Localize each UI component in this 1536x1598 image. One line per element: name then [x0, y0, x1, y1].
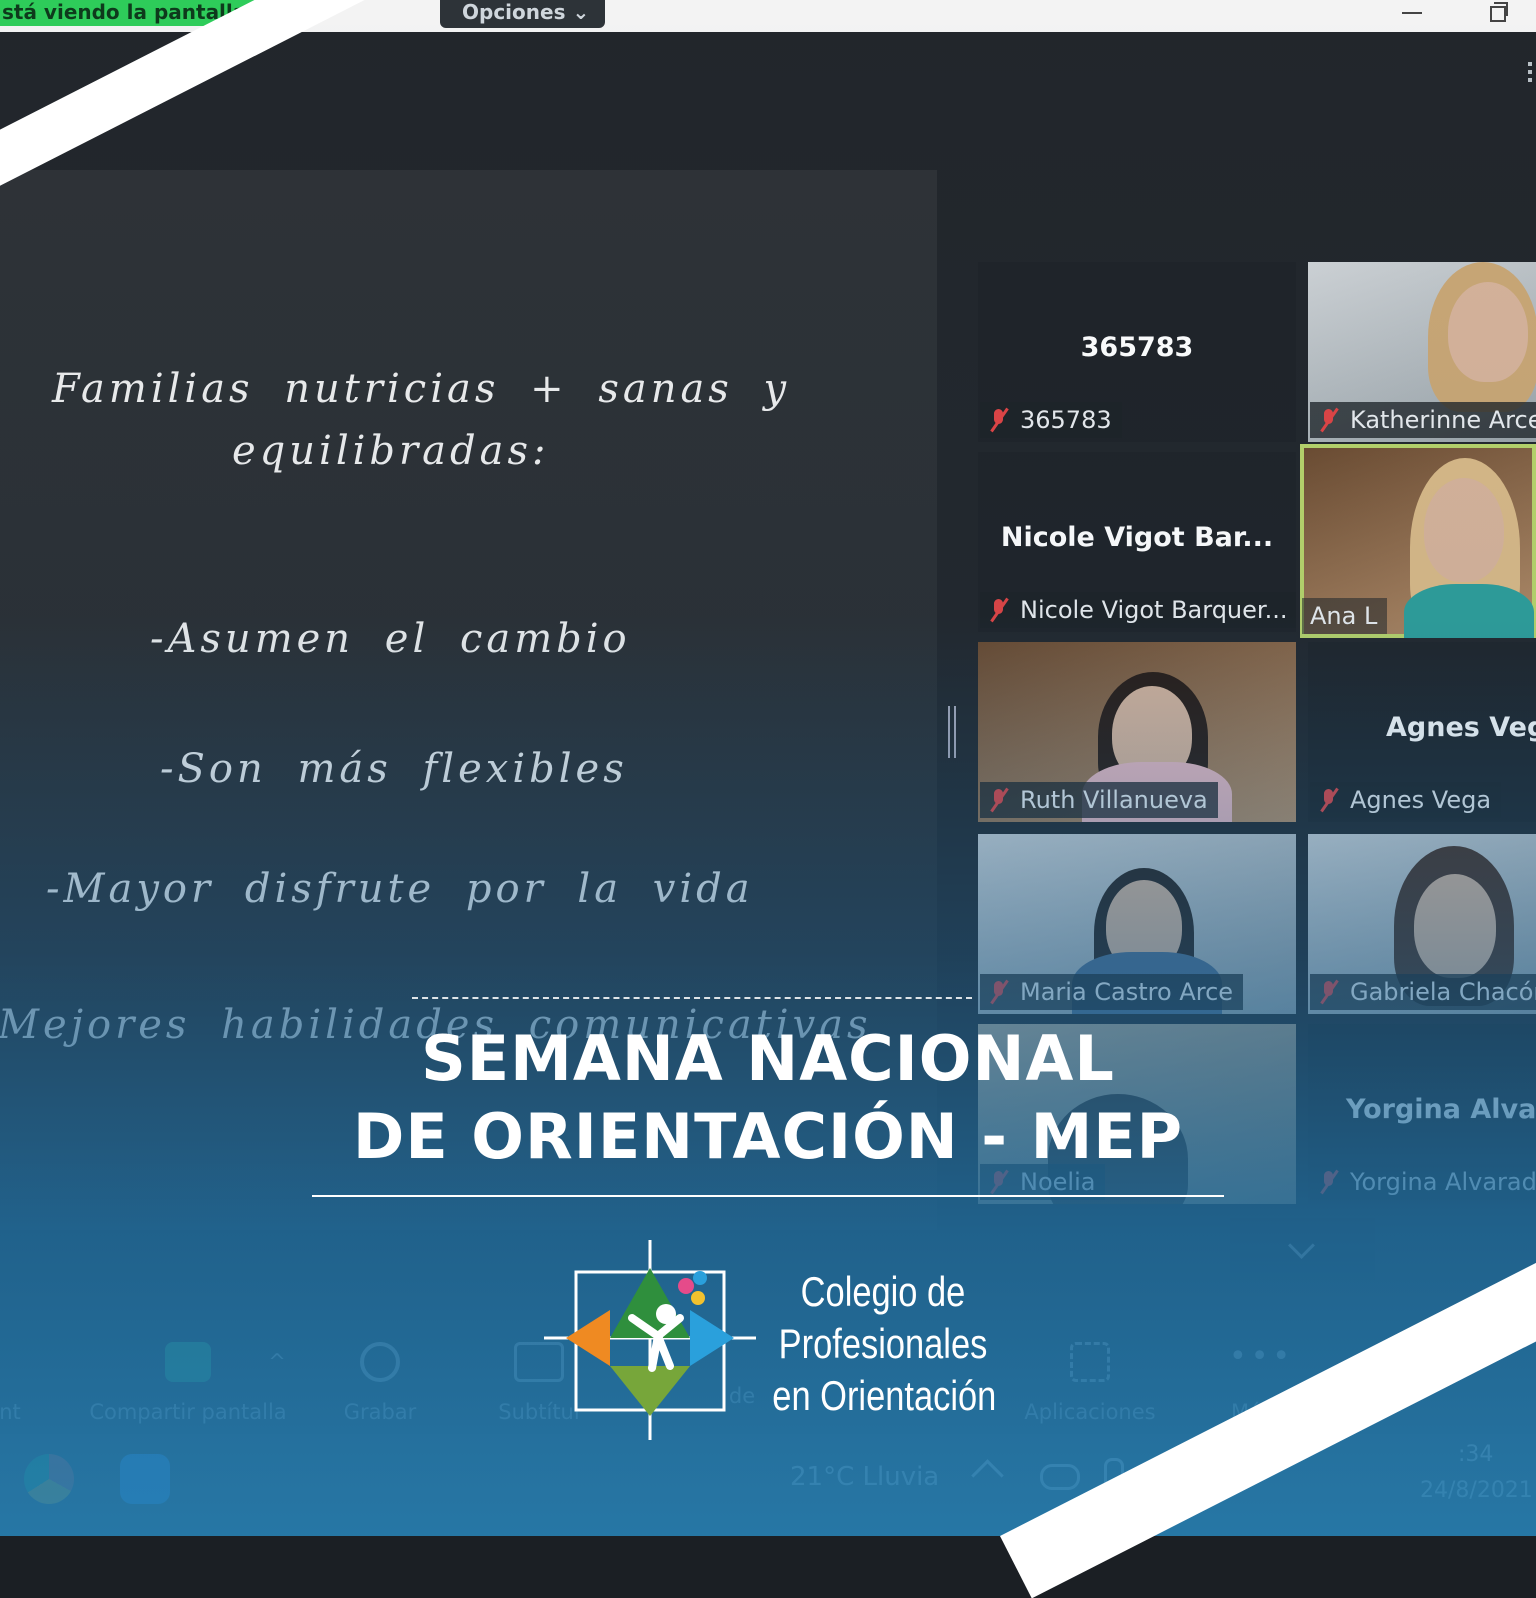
- participant-name: Gabriela Chacón: [1350, 978, 1536, 1006]
- headline-line-1: SEMANA NACIONAL: [421, 1022, 1115, 1095]
- slide-line: -Son más flexibles: [160, 746, 628, 792]
- view-options-button[interactable]: Opciones ⌄: [440, 0, 605, 28]
- more-options-icon[interactable]: [1526, 60, 1532, 84]
- mic-muted-icon: [988, 1170, 1010, 1194]
- participant-label: 365783: [980, 402, 1122, 438]
- participant-label: Ruth Villanueva: [980, 782, 1218, 818]
- participant-name: Katherinne Arce: [1350, 406, 1536, 434]
- participant-tile[interactable]: Gabriela Chacón: [1308, 834, 1536, 1014]
- decorative-dashed-line: [412, 997, 972, 999]
- participant-name-center: Agnes Veg: [1386, 712, 1536, 743]
- participant-label: Maria Castro Arce: [980, 974, 1244, 1010]
- minimize-icon[interactable]: [1402, 6, 1424, 20]
- share-screen-icon: [165, 1342, 211, 1382]
- participant-name: Ruth Villanueva: [1020, 786, 1208, 814]
- participant-tile[interactable]: Agnes Veg Agnes Vega: [1308, 642, 1536, 822]
- record-button[interactable]: Grabar: [340, 1342, 420, 1424]
- mic-muted-icon: [988, 408, 1010, 432]
- slide-line: equilibradas:: [232, 428, 550, 474]
- headline-underline: [312, 1195, 1224, 1197]
- logo-text-line-3: en Orientación: [772, 1372, 997, 1419]
- mic-muted-icon: [1318, 1170, 1340, 1194]
- restore-window-icon[interactable]: [1490, 2, 1510, 22]
- participant-tile-active-speaker[interactable]: Ana L: [1300, 444, 1536, 638]
- participant-name: Nicole Vigot Barquer...: [1020, 596, 1288, 624]
- toolbar-partial-button[interactable]: nt: [0, 1342, 30, 1424]
- participant-name: Maria Castro Arce: [1020, 978, 1234, 1006]
- participant-tile[interactable]: Ruth Villanueva: [978, 642, 1296, 822]
- tray-chevron-icon[interactable]: [971, 1459, 1004, 1492]
- weather-status: 21°C Lluvia: [790, 1462, 940, 1492]
- scroll-down-icon[interactable]: [1230, 1218, 1375, 1280]
- cloud-icon[interactable]: [1040, 1464, 1080, 1490]
- participant-tile[interactable]: Nicole Vigot Bar... Nicole Vigot Barquer…: [978, 452, 1296, 632]
- logo-text-line-1: Colegio de: [800, 1268, 966, 1315]
- apps-button[interactable]: Aplicaciones: [1020, 1342, 1160, 1424]
- chrome-icon[interactable]: [24, 1454, 74, 1504]
- mic-muted-icon: [988, 980, 1010, 1004]
- slide-line: -Mayor disfrute por la vida: [46, 866, 754, 912]
- colegio-logo-icon: [544, 1240, 756, 1440]
- participant-label: Agnes Vega: [1310, 782, 1502, 818]
- participant-name: Agnes Vega: [1350, 786, 1492, 814]
- panel-splitter-handle[interactable]: [948, 706, 956, 758]
- participant-tile[interactable]: Maria Castro Arce: [978, 834, 1296, 1014]
- headline-line-2: DE ORIENTACIÓN - MEP: [352, 1100, 1184, 1173]
- participant-label: Ana L: [1302, 598, 1388, 634]
- record-icon: [360, 1342, 400, 1382]
- mic-muted-icon: [1318, 408, 1340, 432]
- participant-name-center: 365783: [1080, 332, 1194, 363]
- slide-line: -Asumen el cambio: [150, 616, 631, 662]
- clock-date: 24/8/2021: [1420, 1478, 1533, 1503]
- participant-name: Ana L: [1310, 602, 1378, 630]
- more-dots-icon: •••: [1229, 1339, 1295, 1374]
- mic-muted-icon: [1318, 980, 1340, 1004]
- mic-muted-icon: [988, 788, 1010, 812]
- logo-text-line-2: Profesionales: [778, 1320, 988, 1367]
- clock-time: :34: [1458, 1442, 1494, 1467]
- apps-icon: [1070, 1342, 1110, 1382]
- participant-label: Katherinne Arce: [1310, 402, 1536, 438]
- share-options-chevron-icon[interactable]: ^: [262, 1350, 292, 1374]
- participant-name-center: Nicole Vigot Bar...: [1000, 522, 1274, 553]
- participant-label: Gabriela Chacón: [1310, 974, 1536, 1010]
- zoom-app-icon[interactable]: [120, 1454, 170, 1504]
- participant-tile[interactable]: Katherinne Arce: [1308, 262, 1536, 442]
- participant-name: 365783: [1020, 406, 1112, 434]
- participant-label: Nicole Vigot Barquer...: [980, 592, 1296, 628]
- mic-muted-icon: [988, 598, 1010, 622]
- share-screen-button[interactable]: Compartir pantalla: [88, 1342, 288, 1424]
- slide-line: Familias nutricias + sanas y: [52, 366, 791, 412]
- mic-muted-icon: [1318, 788, 1340, 812]
- participant-tile[interactable]: 365783 365783: [978, 262, 1296, 442]
